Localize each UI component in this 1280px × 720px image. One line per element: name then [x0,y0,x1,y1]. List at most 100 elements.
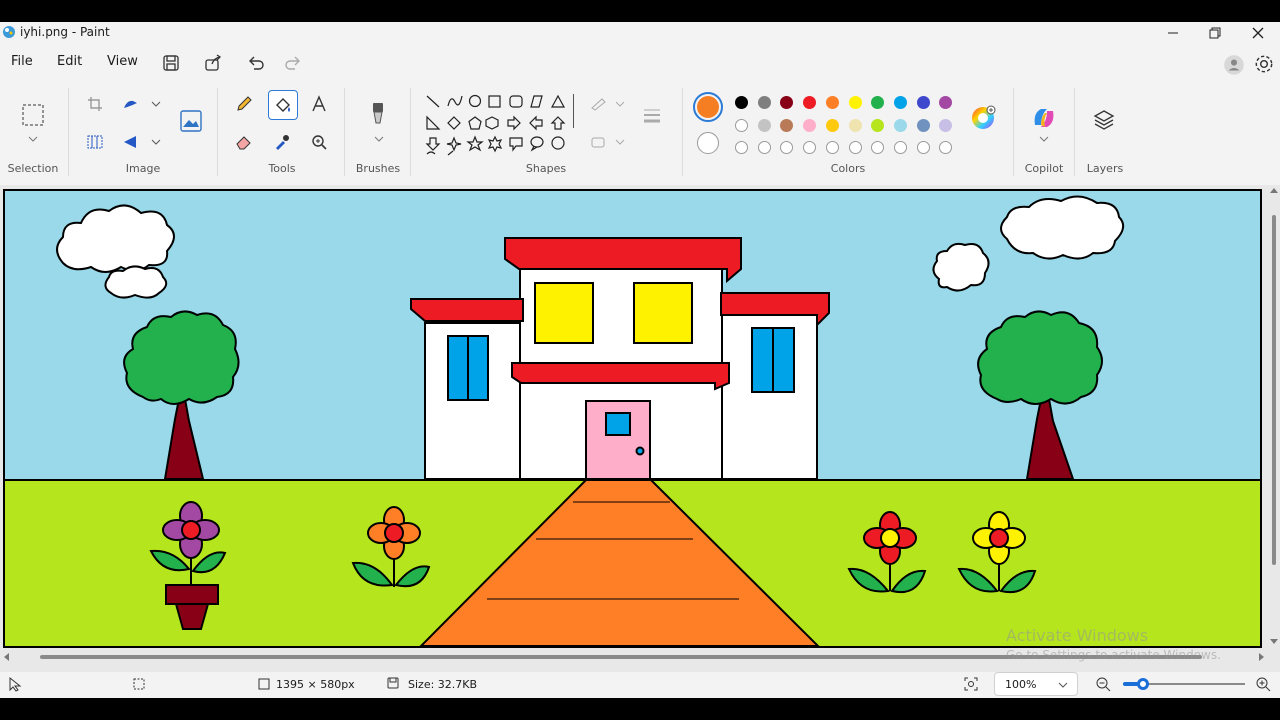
resize-icon [124,100,161,108]
chevron-down-icon[interactable] [374,136,384,142]
zoom-select[interactable]: 100% [994,672,1078,696]
minimize-button[interactable] [1153,22,1193,44]
fill-tool[interactable] [268,90,298,120]
custom-color-slot[interactable] [825,141,839,154]
custom-color-slot[interactable] [916,141,930,154]
color-swatch[interactable] [825,118,839,132]
brushes-button[interactable] [364,100,392,128]
file-size-icon [387,677,399,689]
close-button[interactable] [1238,22,1278,44]
crop-icon [88,97,102,111]
color-swatch[interactable] [871,118,885,132]
pencil-tool[interactable] [230,90,258,118]
secondary-color-button[interactable] [697,132,719,154]
custom-color-slot[interactable] [848,141,862,154]
settings-gear-icon[interactable] [1253,53,1275,75]
rotate-icon [124,136,161,148]
color-swatch[interactable] [757,118,771,132]
color-swatch[interactable] [916,96,930,109]
outline-button[interactable] [588,90,626,118]
vertical-scroll-thumb[interactable] [1272,215,1276,565]
edit-colors-button[interactable] [968,102,998,132]
color-swatch[interactable] [780,96,794,109]
scroll-left-icon[interactable] [3,653,9,661]
zoom-slider-thumb[interactable] [1136,678,1149,690]
cloud [932,242,990,292]
cloud [104,265,168,299]
share-icon[interactable] [202,52,224,74]
restore-button[interactable] [1195,22,1235,44]
color-swatch[interactable] [893,118,907,132]
account-icon[interactable] [1223,54,1245,76]
vertical-scrollbar[interactable] [1268,185,1280,653]
color-swatch[interactable] [780,118,794,132]
menu-view[interactable]: View [107,54,138,69]
text-tool[interactable] [305,90,333,118]
group-label-layers: Layers [1086,162,1124,175]
undo-icon[interactable] [245,52,267,74]
group-label-tools: Tools [268,162,296,175]
zoom-out-icon[interactable] [1095,676,1111,692]
select-all-button[interactable] [81,128,109,156]
copilot-button[interactable] [1028,102,1060,134]
size-button[interactable] [638,102,666,130]
color-swatch[interactable] [871,96,885,109]
layers-button[interactable] [1090,106,1118,134]
menu-edit[interactable]: Edit [57,54,82,69]
file-size: Size: 32.7KB [408,678,478,691]
drawing-canvas[interactable] [3,189,1262,648]
magnifier-tool[interactable] [305,128,333,156]
custom-color-slot[interactable] [757,141,771,154]
color-swatch[interactable] [939,118,953,132]
zoom-slider[interactable] [1123,678,1245,690]
color-swatch[interactable] [848,118,862,132]
scroll-down-icon[interactable] [1270,639,1278,645]
color-swatch[interactable] [803,96,817,109]
paint-window: iyhi.png - Paint File Edit View Selectio… [0,22,1280,698]
chevron-down-icon[interactable] [28,136,38,142]
primary-color-button[interactable] [693,92,723,122]
color-swatch[interactable] [803,118,817,132]
color-swatch[interactable] [735,96,748,109]
rotate-button[interactable] [120,128,162,156]
color-picker-tool[interactable] [268,128,296,156]
eyedropper-icon [276,135,289,150]
scroll-up-icon[interactable] [1270,187,1278,193]
fit-to-window-icon[interactable] [963,676,979,692]
color-swatch[interactable] [825,96,839,109]
color-swatch[interactable] [848,96,862,109]
color-swatch[interactable] [735,118,748,132]
color-swatch[interactable] [916,118,930,132]
custom-color-slot[interactable] [939,141,953,154]
zoom-in-icon[interactable] [1255,676,1271,692]
primary-color-swatch [697,96,719,118]
custom-color-slot[interactable] [803,141,817,154]
chevron-down-icon [1058,682,1068,688]
menu-file[interactable]: File [11,54,33,69]
activation-watermark-title: Activate Windows [1006,626,1149,645]
save-icon[interactable] [160,52,182,74]
group-label-shapes: Shapes [525,162,567,175]
chevron-down-icon[interactable] [1039,136,1049,142]
custom-color-slot[interactable] [893,141,907,154]
shapes-gallery[interactable] [424,92,574,156]
color-swatch[interactable] [939,96,953,109]
selection-tool[interactable] [18,100,48,130]
magnifier-icon [312,135,327,150]
fill-shape-button[interactable] [588,128,626,156]
restore-icon [1209,27,1221,39]
color-swatch[interactable] [757,96,771,109]
custom-color-slot[interactable] [780,141,794,154]
eraser-tool[interactable] [230,128,258,156]
crop-button[interactable] [81,90,109,118]
image-frame-icon [180,110,202,132]
resize-button[interactable] [120,90,162,118]
eraser-icon [236,136,251,150]
image-options-button[interactable] [176,106,206,136]
color-swatch[interactable] [893,96,907,109]
custom-color-slot[interactable] [871,141,885,154]
canvas-dimensions: 1395 × 580px [276,678,355,691]
scroll-right-icon[interactable] [1259,653,1265,661]
custom-color-slot[interactable] [735,141,748,154]
redo-icon[interactable] [282,52,304,74]
